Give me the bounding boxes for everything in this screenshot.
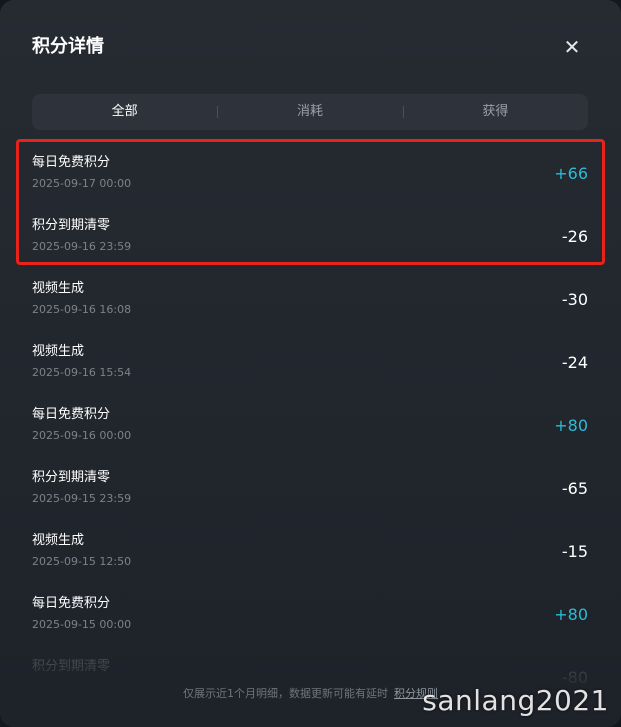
record-name: 视频生成 xyxy=(32,344,85,359)
list-item: 每日免费积分 2025-09-17 00:00 +66 xyxy=(0,142,621,205)
record-name: 视频生成 xyxy=(32,533,85,548)
tab-all[interactable]: 全部 xyxy=(32,94,217,130)
record-amount: -24 xyxy=(561,353,588,372)
record-amount: -15 xyxy=(561,542,588,561)
record-amount: -26 xyxy=(561,227,588,246)
list-item: 视频生成 2025-09-16 16:08 -30 xyxy=(0,268,621,331)
record-amount: +80 xyxy=(554,416,588,435)
record-name: 视频生成 xyxy=(32,281,85,296)
record-name: 积分到期清零 xyxy=(32,659,111,674)
record-name: 每日免费积分 xyxy=(32,407,111,422)
record-name: 每日免费积分 xyxy=(32,596,111,611)
record-time: 2025-09-16 16:08 xyxy=(32,303,132,316)
record-amount: -80 xyxy=(561,668,588,687)
record-amount: -65 xyxy=(561,479,588,498)
record-time: 2025-09-17 00:00 xyxy=(32,177,132,190)
points-record-list[interactable]: 每日免费积分 2025-09-17 00:00 +66 积分到期清零 2025-… xyxy=(0,142,621,709)
footer-note: 仅展示近1个月明细，数据更新可能有延时 积分规则 xyxy=(0,686,621,702)
record-time: 2025-09-15 23:59 xyxy=(32,492,132,505)
filter-tabs: 全部 消耗 获得 xyxy=(32,94,588,130)
record-time: 2025-09-15 00:00 xyxy=(32,618,132,631)
list-item: 积分到期清零 2025-09-15 23:59 -65 xyxy=(0,457,621,520)
record-time: 2025-09-16 23:59 xyxy=(32,240,132,253)
record-time: 2025-09-16 15:54 xyxy=(32,366,132,379)
modal-title: 积分详情 xyxy=(32,36,104,57)
record-time: 2025-09-15 12:50 xyxy=(32,555,132,568)
tab-earned[interactable]: 获得 xyxy=(402,94,588,130)
footer-note-text: 仅展示近1个月明细，数据更新可能有延时 xyxy=(183,687,388,700)
list-item: 每日免费积分 2025-09-15 00:00 +80 xyxy=(0,583,621,646)
record-name: 每日免费积分 xyxy=(32,155,111,170)
record-amount: -30 xyxy=(561,290,588,309)
list-item: 视频生成 2025-09-15 12:50 -15 xyxy=(0,520,621,583)
tab-consumed[interactable]: 消耗 xyxy=(217,94,402,130)
record-time: 2025-09-16 00:00 xyxy=(32,429,132,442)
list-item: 每日免费积分 2025-09-16 00:00 +80 xyxy=(0,394,621,457)
rules-link[interactable]: 积分规则 xyxy=(394,687,438,700)
record-amount: +66 xyxy=(554,164,588,183)
record-amount: +80 xyxy=(554,605,588,624)
record-name: 积分到期清零 xyxy=(32,470,111,485)
points-detail-modal: 积分详情 ✕ 全部 消耗 获得 每日免费积分 2025-09-17 00:00 … xyxy=(0,0,621,727)
record-name: 积分到期清零 xyxy=(32,218,111,233)
list-item: 积分到期清零 2025-09-16 23:59 -26 xyxy=(0,205,621,268)
list-item: 视频生成 2025-09-16 15:54 -24 xyxy=(0,331,621,394)
close-icon[interactable]: ✕ xyxy=(560,35,584,59)
